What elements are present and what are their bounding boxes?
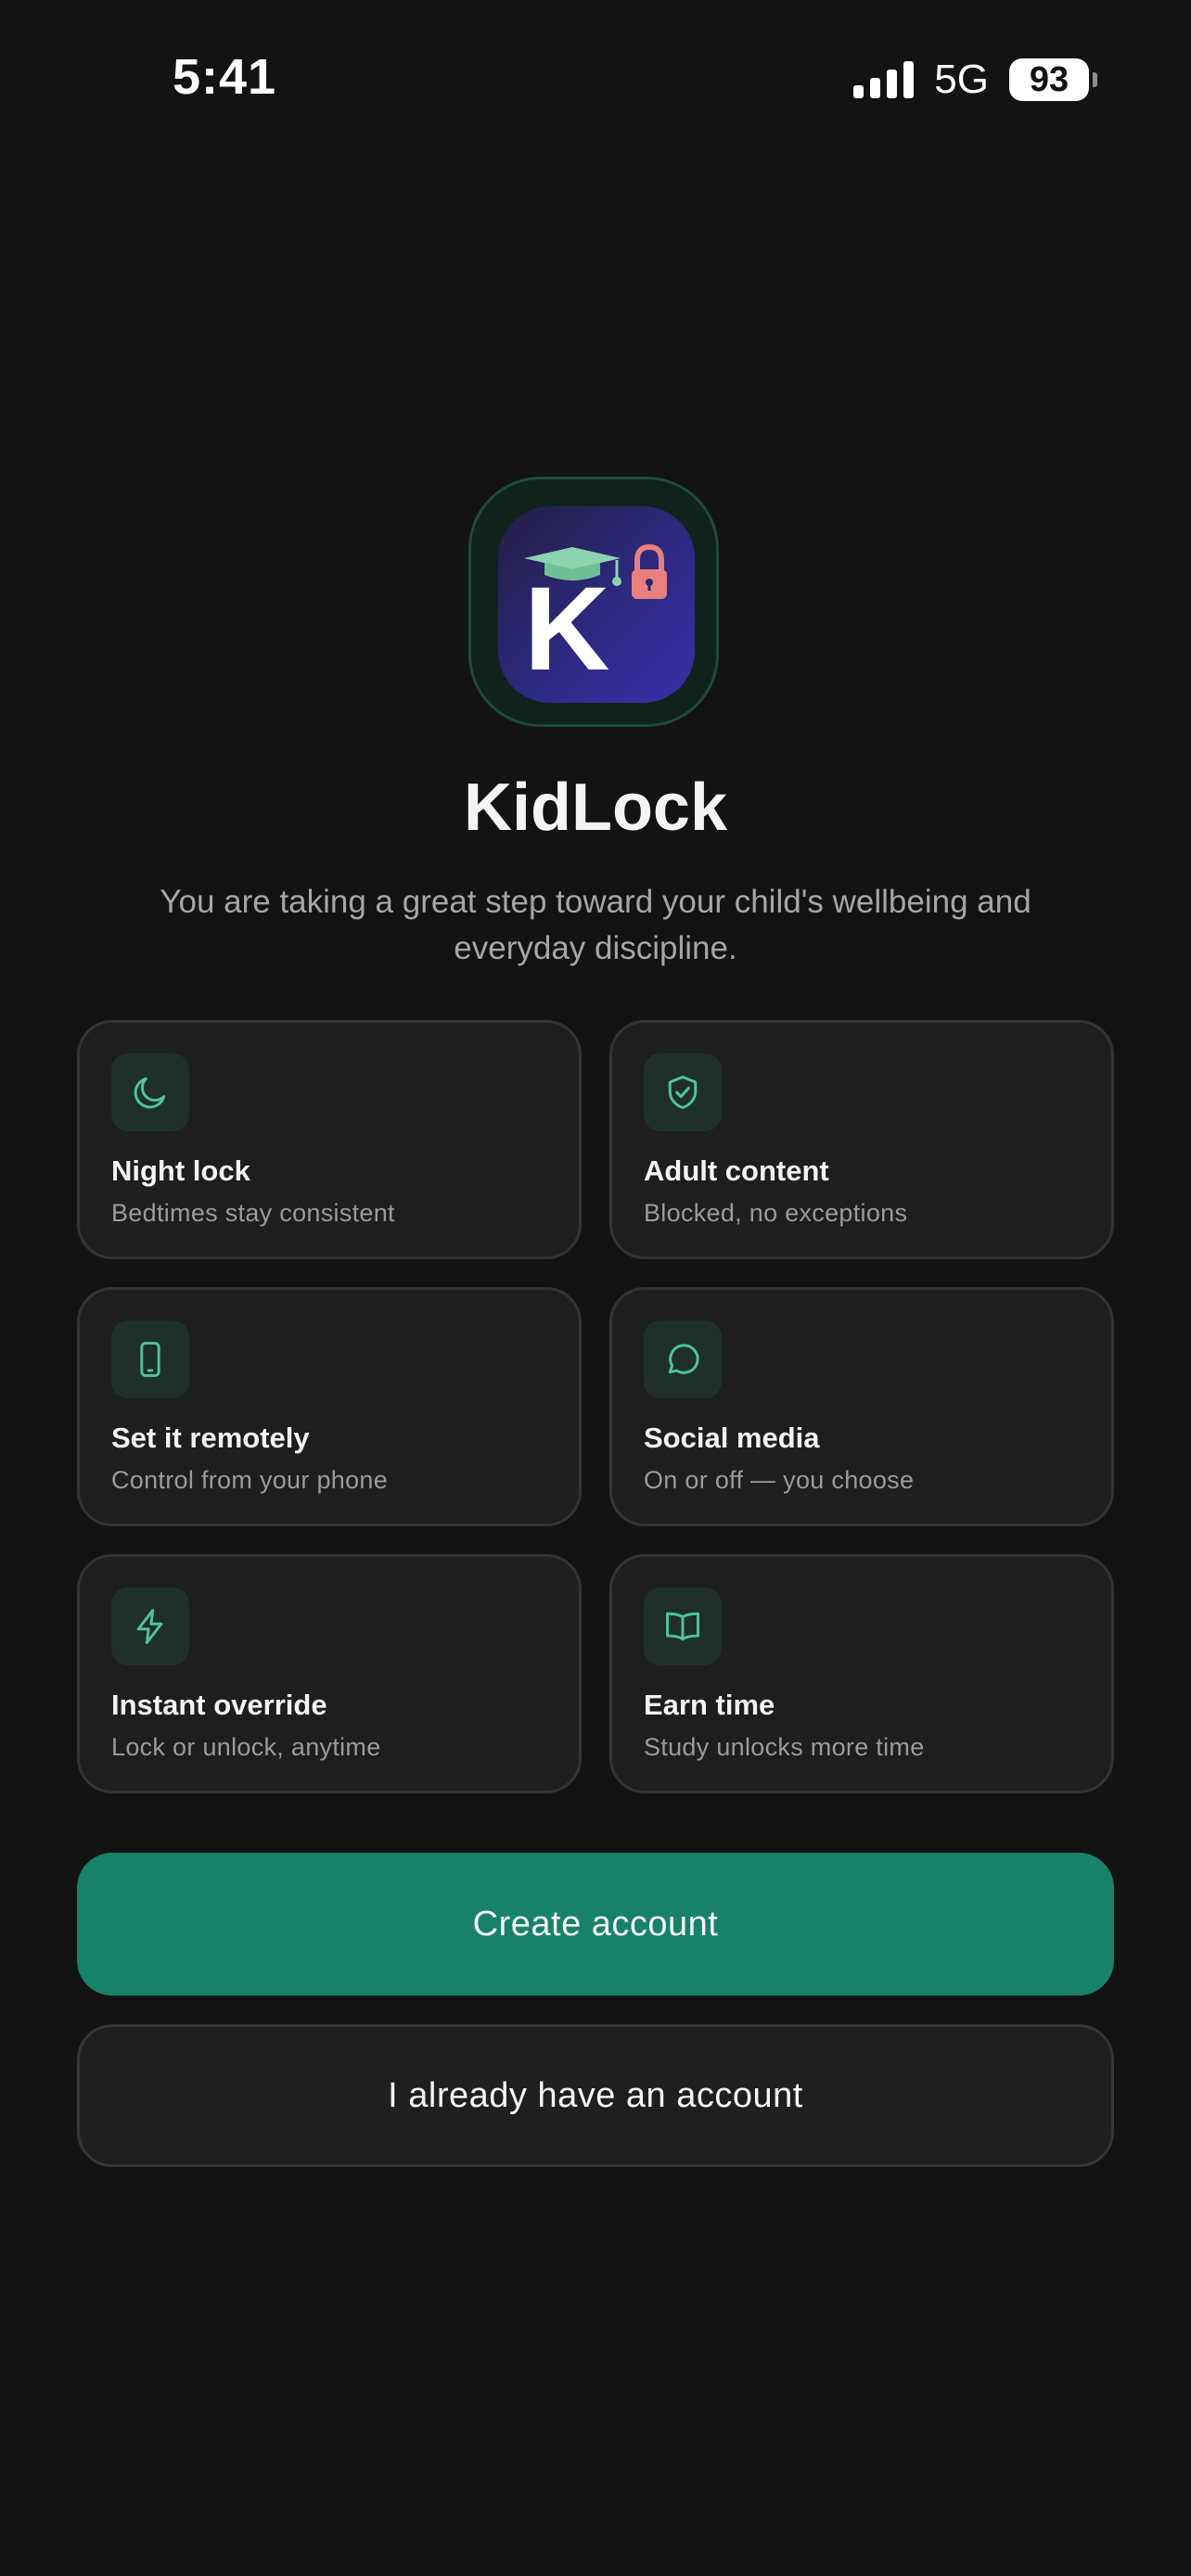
feature-card-earn-time: Earn time Study unlocks more time xyxy=(609,1554,1114,1793)
feature-card-social-media: Social media On or off — you choose xyxy=(609,1287,1114,1526)
create-account-button[interactable]: Create account xyxy=(77,1853,1114,1996)
feature-description: Study unlocks more time xyxy=(644,1733,925,1761)
phone-icon xyxy=(111,1320,189,1398)
feature-grid: Night lock Bedtimes stay consistent Adul… xyxy=(77,1020,1114,1793)
app-tagline: You are taking a great step toward your … xyxy=(160,884,1031,966)
lightning-icon xyxy=(111,1588,189,1665)
feature-title: Instant override xyxy=(111,1689,327,1721)
network-type: 5G xyxy=(934,57,989,102)
feature-description: Bedtimes stay consistent xyxy=(111,1199,395,1227)
status-bar: 5:41 5G 93 xyxy=(0,0,1191,158)
feature-description: On or off — you choose xyxy=(644,1466,915,1494)
feature-description: Blocked, no exceptions xyxy=(644,1199,908,1227)
battery-icon: 93 xyxy=(1009,58,1097,101)
feature-title: Social media xyxy=(644,1422,820,1454)
feature-title: Adult content xyxy=(644,1154,829,1187)
shield-check-icon xyxy=(644,1053,722,1131)
feature-card-night-lock: Night lock Bedtimes stay consistent xyxy=(77,1020,582,1259)
feature-description: Control from your phone xyxy=(111,1466,389,1494)
signal-strength-icon xyxy=(853,61,915,98)
chat-bubble-icon xyxy=(644,1320,722,1398)
book-icon xyxy=(644,1588,722,1665)
feature-title: Earn time xyxy=(644,1689,775,1721)
feature-card-set-remotely: Set it remotely Control from your phone xyxy=(77,1287,582,1526)
sign-in-button[interactable]: I already have an account xyxy=(77,2024,1114,2167)
moon-icon xyxy=(111,1053,189,1131)
feature-title: Set it remotely xyxy=(111,1422,310,1454)
battery-level: 93 xyxy=(1029,59,1069,99)
logo-letter: K xyxy=(524,563,610,695)
lock-icon xyxy=(632,543,667,599)
feature-description: Lock or unlock, anytime xyxy=(111,1733,381,1761)
app-title: KidLock xyxy=(463,771,728,845)
feature-card-instant-override: Instant override Lock or unlock, anytime xyxy=(77,1554,582,1793)
feature-title: Night lock xyxy=(111,1154,250,1187)
feature-card-adult-content: Adult content Blocked, no exceptions xyxy=(609,1020,1114,1259)
status-indicators: 5G 93 xyxy=(853,56,1097,104)
app-logo: K xyxy=(468,477,719,727)
status-time: 5:41 xyxy=(173,49,277,105)
app-logo-inner: K xyxy=(498,506,695,703)
